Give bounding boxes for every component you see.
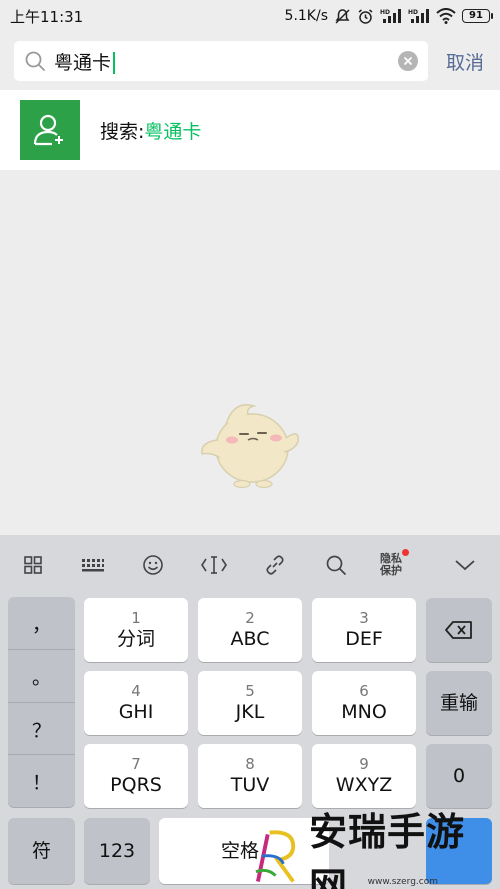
hd-signal-icon: HD xyxy=(408,8,430,24)
punct-exclaim-key[interactable]: ！ xyxy=(8,755,75,807)
num123-key[interactable]: 123 xyxy=(84,818,150,884)
key-3[interactable]: 3 DEF xyxy=(312,598,416,662)
keyboard-search-icon[interactable] xyxy=(320,549,352,581)
key-5[interactable]: 5 JKL xyxy=(198,671,302,735)
punct-comma-key[interactable]: ， xyxy=(8,597,75,649)
punctuation-column: ， 。 ？ ！ xyxy=(8,597,75,807)
site-watermark: 安瑞手游网 www.szerg.com xyxy=(254,809,500,889)
key-9[interactable]: 9 WXYZ xyxy=(312,744,416,808)
svg-text:HD: HD xyxy=(408,9,418,16)
key-6[interactable]: 6 MNO xyxy=(312,671,416,735)
search-header: 粤通卡 取消 xyxy=(0,32,500,90)
backspace-key[interactable] xyxy=(426,598,492,662)
backspace-icon xyxy=(445,621,472,639)
grid-icon[interactable] xyxy=(17,549,49,581)
mute-icon xyxy=(334,8,351,25)
svg-text:HD: HD xyxy=(380,9,390,16)
watermark-logo-icon xyxy=(255,829,296,883)
text-caret xyxy=(113,52,116,74)
privacy-label: 隐私 保护 xyxy=(380,552,402,577)
emoji-icon[interactable] xyxy=(137,549,169,581)
search-value[interactable]: 粤通卡 xyxy=(54,48,116,75)
add-contact-icon xyxy=(20,100,80,160)
key-8[interactable]: 8 TUV xyxy=(198,744,302,808)
symbol-key[interactable]: 符 xyxy=(8,818,75,884)
clear-icon[interactable] xyxy=(398,51,418,71)
cancel-button[interactable]: 取消 xyxy=(446,48,484,75)
status-time: 上午11:31 xyxy=(10,7,84,26)
punct-period-key[interactable]: 。 xyxy=(8,650,75,702)
result-prefix: 搜索: xyxy=(100,120,145,143)
result-keyword: 粤通卡 xyxy=(144,120,202,143)
watermark-url: www.szerg.com xyxy=(367,877,438,887)
link-icon[interactable] xyxy=(259,549,291,581)
key-7[interactable]: 7 PQRS xyxy=(84,744,188,808)
keyboard-toolbar: 隐私 保护 xyxy=(0,535,500,595)
key-4[interactable]: 4 GHI xyxy=(84,671,188,735)
status-icons: 5.1K/s HD HD 91 xyxy=(284,8,493,25)
watermark-brand: 安瑞手游网 xyxy=(308,808,465,889)
battery-icon: 91 xyxy=(462,9,493,23)
status-bar: 上午11:31 5.1K/s HD HD 91 xyxy=(0,0,500,32)
search-result-label: 搜索:粤通卡 xyxy=(100,117,201,144)
key-1[interactable]: 1 分词 xyxy=(84,598,188,662)
wifi-icon xyxy=(436,8,456,24)
search-input[interactable]: 粤通卡 xyxy=(14,41,428,81)
search-result-row[interactable]: 搜索:粤通卡 xyxy=(0,90,500,170)
alarm-icon xyxy=(357,8,374,25)
notification-dot xyxy=(402,549,409,556)
key-2[interactable]: 2 ABC xyxy=(198,598,302,662)
retype-key[interactable]: 重输 xyxy=(426,671,492,735)
search-icon xyxy=(24,50,46,72)
empty-state-mascot xyxy=(196,398,304,490)
keyboard-icon[interactable] xyxy=(77,549,109,581)
cursor-icon[interactable] xyxy=(198,549,230,581)
network-speed: 5.1K/s xyxy=(284,8,328,24)
privacy-protection-button[interactable]: 隐私 保护 xyxy=(373,549,409,581)
punct-question-key[interactable]: ？ xyxy=(8,703,75,755)
collapse-icon[interactable] xyxy=(449,549,481,581)
key-0[interactable]: 0 xyxy=(426,744,492,808)
hd-signal-icon: HD xyxy=(380,8,402,24)
